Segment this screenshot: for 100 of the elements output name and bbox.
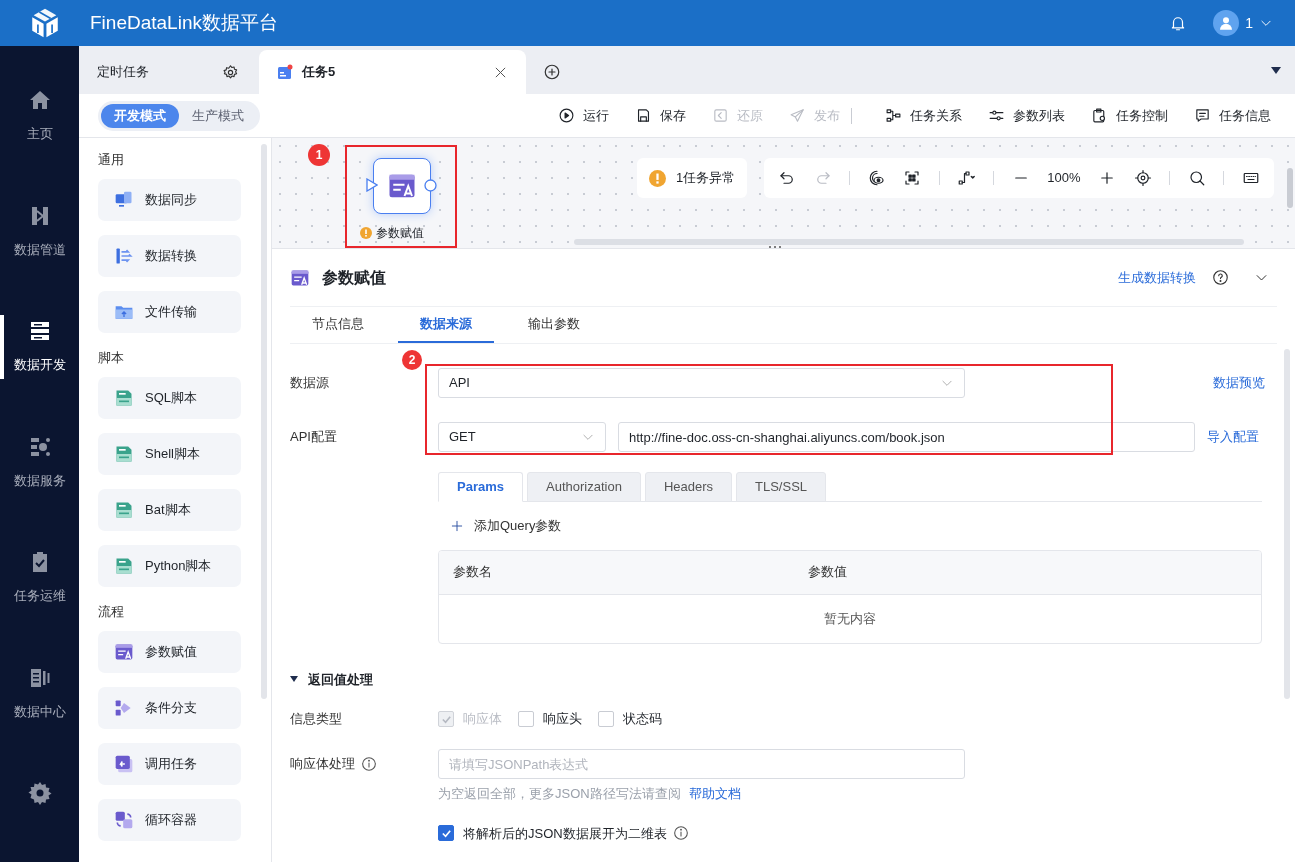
link[interactable]: 生成数据转换 <box>1118 267 1196 288</box>
clipboard-icon <box>1091 107 1108 124</box>
nav-item[interactable]: 数据服务 <box>0 434 79 490</box>
document-icon <box>114 444 134 464</box>
checkbox-label: 响应头 <box>543 710 582 729</box>
field-label: 信息类型 <box>290 710 342 729</box>
calendar-icon <box>277 64 293 80</box>
save-icon <box>635 107 652 124</box>
undo-icon[interactable] <box>778 169 796 187</box>
select-field[interactable]: API <box>438 368 965 398</box>
zoom-level: 100% <box>1047 169 1081 188</box>
mode-option[interactable]: 开发模式 <box>101 103 179 128</box>
request-tab[interactable]: Params <box>438 472 523 502</box>
user-avatar[interactable] <box>1213 10 1240 36</box>
add-tab-icon[interactable] <box>543 63 561 81</box>
add-button[interactable]: 添加Query参数 <box>450 516 562 536</box>
info-icon[interactable] <box>672 825 689 842</box>
frame-icon[interactable] <box>903 169 922 187</box>
restore-icon <box>712 107 729 124</box>
annotation-badge: 2 <box>402 350 422 370</box>
user-name: 1 <box>1245 13 1253 33</box>
settings-icon[interactable] <box>27 781 52 805</box>
link[interactable]: 帮助文档 <box>688 784 741 804</box>
plus-icon <box>450 518 464 533</box>
palette-item[interactable]: 数据转换 <box>98 235 241 277</box>
checkbox-label: 响应体 <box>463 710 502 729</box>
nav-item[interactable]: 数据管道 <box>0 203 79 259</box>
help-icon[interactable] <box>1212 269 1229 286</box>
dropdown-icon[interactable] <box>1271 67 1281 75</box>
panel-title: 参数赋值 <box>322 267 386 288</box>
palette-item[interactable]: SQL脚本 <box>98 377 241 419</box>
document-icon <box>114 500 134 520</box>
sliders-card-icon <box>114 642 134 662</box>
field-label: API配置 <box>290 428 337 447</box>
eye-icon[interactable] <box>867 169 886 187</box>
empty-text: 暂无内容 <box>824 609 876 628</box>
check-icon <box>440 827 452 839</box>
palette-item[interactable]: 循环容器 <box>98 799 241 841</box>
settings-icon[interactable] <box>222 63 239 81</box>
grip-icon[interactable] <box>768 245 782 249</box>
link[interactable]: 导入配置 <box>1207 427 1259 447</box>
palette-item[interactable]: 文件传输 <box>98 291 241 333</box>
checkbox-label: 将解析后的JSON数据展开为二维表 <box>463 824 667 843</box>
request-tab[interactable]: Headers <box>644 472 732 502</box>
toolbar-button[interactable]: 任务关系 <box>883 105 964 126</box>
play-icon <box>558 107 575 124</box>
section-heading: 流程 <box>98 603 125 621</box>
nav-item[interactable]: 任务运维 <box>0 550 79 606</box>
tab[interactable]: 任务5 <box>259 50 526 94</box>
alert-chip[interactable]: 1任务异常 <box>637 158 748 198</box>
caret-down-icon <box>290 675 298 684</box>
palette-item[interactable]: Python脚本 <box>98 545 241 587</box>
input-field[interactable]: 请填写JSONPath表达式 <box>438 749 965 779</box>
request-tab[interactable]: TLS/SSL <box>736 472 827 502</box>
nav-item[interactable]: 数据中心 <box>0 665 79 721</box>
palette-item[interactable]: 参数赋值 <box>98 631 241 673</box>
toolbar-button[interactable]: 保存 <box>633 105 688 126</box>
checkbox[interactable] <box>438 825 454 842</box>
toolbar-button[interactable]: 参数列表 <box>986 105 1067 126</box>
toolbar-button[interactable]: 运行 <box>556 105 611 126</box>
document-icon <box>114 556 134 576</box>
tab[interactable]: 定时任务 <box>79 50 257 94</box>
field-label: 响应体处理 <box>290 755 355 774</box>
return-arrow-icon <box>114 754 134 774</box>
target-icon[interactable] <box>1133 169 1152 187</box>
panel-tab[interactable]: 节点信息 <box>290 307 386 343</box>
arrows-icon <box>114 246 134 266</box>
select-field[interactable]: GET <box>438 422 606 452</box>
panel-tab[interactable]: 数据来源 <box>398 307 494 343</box>
message-icon <box>1194 107 1211 124</box>
url-field[interactable]: http://fine-doc.oss-cn-shanghai.aliyuncs.com/book.json <box>618 422 1195 452</box>
toolbar-button[interactable]: 任务信息 <box>1192 105 1273 126</box>
palette-item[interactable]: 数据同步 <box>98 179 241 221</box>
section-heading: 通用 <box>98 151 125 169</box>
flow-icon <box>885 107 902 124</box>
mode-option[interactable]: 生产模式 <box>179 103 257 128</box>
app-title: FineDataLink数据平台 <box>90 10 278 35</box>
palette-item[interactable]: Bat脚本 <box>98 489 241 531</box>
search-icon[interactable] <box>1187 169 1206 187</box>
palette-item[interactable]: 条件分支 <box>98 687 241 729</box>
monitor-icon <box>114 190 134 210</box>
connector-icon[interactable] <box>957 169 976 187</box>
nav-item[interactable]: 主页 <box>0 88 79 144</box>
palette-item[interactable]: 调用任务 <box>98 743 241 785</box>
field-label: 数据源 <box>290 374 329 393</box>
column-header: 参数名 <box>452 563 493 582</box>
link[interactable]: 数据预览 <box>1213 373 1265 393</box>
panel-tab[interactable]: 输出参数 <box>506 307 602 343</box>
info-icon[interactable] <box>361 756 377 772</box>
warning-icon <box>649 169 666 187</box>
section-toggle[interactable]: 返回值处理 <box>290 669 373 689</box>
task-node[interactable] <box>373 158 431 214</box>
palette-item[interactable]: Shell脚本 <box>98 433 241 475</box>
user-icon <box>1218 15 1235 31</box>
toolbar-button[interactable]: 任务控制 <box>1089 105 1170 126</box>
hint-text: 为空返回全部，更多JSON路径写法请查阅 <box>438 785 681 803</box>
annotation-badge: 1 <box>308 144 330 166</box>
document-icon <box>114 388 134 408</box>
column-header: 参数值 <box>806 563 848 582</box>
request-tab[interactable]: Authorization <box>527 472 641 502</box>
